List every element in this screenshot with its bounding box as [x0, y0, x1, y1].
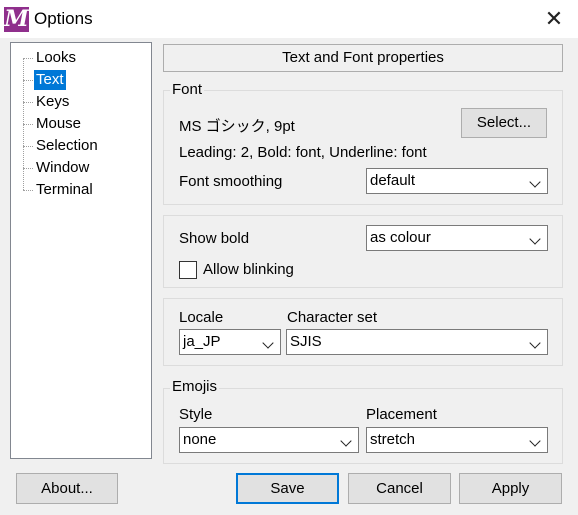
charset-value: SJIS — [290, 333, 322, 350]
chevron-down-icon — [529, 337, 541, 349]
locale-value: ja_JP — [183, 333, 221, 350]
font-group-label: Font — [170, 81, 205, 98]
tree-item-label: Keys — [36, 93, 70, 110]
emojis-group-label: Emojis — [170, 378, 220, 395]
allow-blinking-checkbox[interactable] — [179, 261, 197, 279]
charset-select[interactable]: SJIS — [286, 329, 548, 355]
chevron-down-icon — [340, 435, 352, 447]
chevron-down-icon — [529, 176, 541, 188]
tree-item-label: Text — [34, 70, 66, 90]
emoji-placement-value: stretch — [370, 431, 416, 448]
font-details: Leading: 2, Bold: font, Underline: font — [179, 144, 427, 161]
tree-item-label: Looks — [36, 49, 77, 66]
emoji-style-value: none — [183, 431, 217, 448]
font-name: MS ゴシック, 9pt — [179, 118, 295, 135]
charset-label: Character set — [287, 309, 378, 326]
about-button[interactable]: About... — [16, 473, 118, 504]
emoji-placement-label: Placement — [366, 406, 437, 423]
locale-label: Locale — [179, 309, 224, 326]
app-icon: M — [4, 6, 29, 32]
chevron-down-icon — [529, 233, 541, 245]
font-smoothing-label: Font smoothing — [179, 173, 283, 190]
emoji-style-select[interactable]: none — [179, 427, 359, 453]
emoji-style-label: Style — [179, 406, 213, 423]
allow-blinking-label[interactable]: Allow blinking — [203, 261, 294, 278]
title-bar: M Options ✕ — [0, 0, 578, 38]
show-bold-select[interactable]: as colour — [366, 225, 548, 251]
window-title: Options — [34, 9, 93, 28]
save-button[interactable]: Save — [236, 473, 339, 504]
show-bold-label: Show bold — [179, 230, 250, 247]
select-font-button[interactable]: Select... — [461, 108, 547, 138]
emoji-placement-select[interactable]: stretch — [366, 427, 548, 453]
category-tree: Looks Text Keys Mouse Selection Window T… — [10, 42, 152, 459]
close-icon[interactable]: ✕ — [530, 0, 578, 38]
font-smoothing-select[interactable]: default — [366, 168, 548, 194]
tree-item-label: Terminal — [36, 181, 93, 198]
font-smoothing-value: default — [370, 172, 416, 189]
tree-item-label: Selection — [36, 137, 98, 154]
tree-item-label: Mouse — [36, 115, 82, 132]
tree-item-label: Window — [36, 159, 90, 176]
apply-button[interactable]: Apply — [459, 473, 562, 504]
chevron-down-icon — [529, 435, 541, 447]
locale-select[interactable]: ja_JP — [179, 329, 281, 355]
panel-title: Text and Font properties — [163, 44, 563, 72]
cancel-button[interactable]: Cancel — [348, 473, 451, 504]
chevron-down-icon — [262, 337, 274, 349]
show-bold-value: as colour — [370, 229, 431, 246]
